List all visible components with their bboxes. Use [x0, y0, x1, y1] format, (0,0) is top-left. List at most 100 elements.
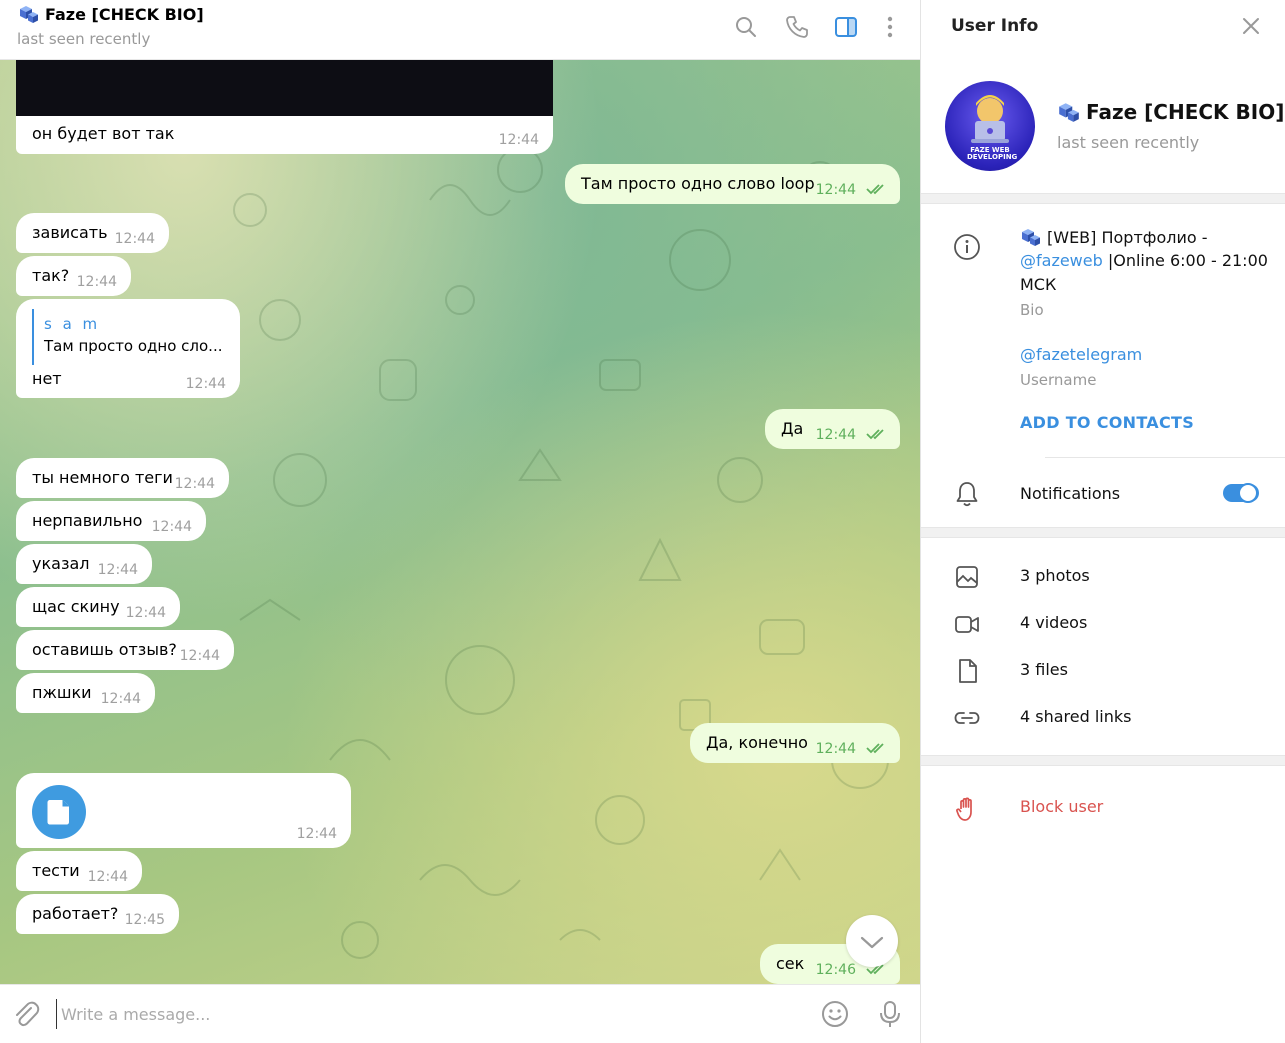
message-time: 12:44: [185, 376, 226, 392]
message-list[interactable]: он будет вот так 12:44 Там просто одно с…: [0, 60, 920, 984]
reply-quote[interactable]: s a m Там просто одно сло...: [32, 309, 232, 365]
avatar-caption: FAZE WEB DEVELOPING: [967, 146, 1018, 161]
chat-title[interactable]: Faze [CHECK BIO]: [18, 4, 204, 24]
bio-line-3: МСК: [1020, 275, 1057, 294]
message-bubble[interactable]: Да 12:44: [765, 409, 900, 449]
file-download-button[interactable]: [32, 785, 86, 839]
read-checks-icon: [866, 184, 884, 195]
reply-author: s a m: [44, 315, 101, 333]
message-text: зависать: [32, 223, 108, 242]
message-bubble[interactable]: он будет вот так 12:44: [16, 60, 553, 154]
message-time: 12:44: [296, 826, 337, 842]
message-time: 12:44: [174, 476, 215, 492]
read-checks-icon: [866, 429, 884, 440]
attach-icon[interactable]: [11, 999, 41, 1029]
username-label: Username: [1020, 371, 1097, 389]
message-text: нет: [32, 369, 62, 388]
close-icon[interactable]: [1239, 14, 1263, 38]
shared-photos-label: 3 photos: [1020, 566, 1090, 585]
link-icon: [954, 712, 980, 724]
message-time: 12:44: [100, 691, 141, 707]
message-text: работает?: [32, 904, 119, 923]
profile-name: Faze [CHECK BIO]: [1057, 100, 1284, 124]
reply-text: Там просто одно сло...: [44, 337, 223, 355]
message-text: сек: [776, 954, 805, 973]
message-bubble[interactable]: так? 12:44: [16, 256, 131, 296]
read-checks-icon: [866, 743, 884, 754]
message-time: 12:44: [76, 274, 117, 290]
message-text: так?: [32, 266, 70, 285]
message-time: 12:44: [87, 869, 128, 885]
username-link[interactable]: @fazetelegram: [1020, 345, 1142, 364]
cubes-emoji-icon: [1022, 229, 1040, 246]
chevron-down-icon: [860, 936, 884, 949]
profile-status: last seen recently: [1057, 133, 1200, 152]
bio-text: [WEB] Портфолио -: [1047, 227, 1208, 247]
sidebar-toggle-icon[interactable]: [833, 14, 859, 40]
user-info-panel: User Info FAZE WEB DEVELOPING Faze [CHEC…: [920, 0, 1285, 1043]
notifications-label: Notifications: [1020, 484, 1121, 503]
file-icon: [47, 800, 69, 825]
scroll-to-bottom-button[interactable]: [846, 915, 898, 967]
message-image-preview[interactable]: [16, 60, 553, 116]
block-hand-icon: [956, 797, 972, 821]
message-text: пжшки: [32, 683, 92, 702]
phone-icon[interactable]: [784, 14, 810, 40]
video-icon: [955, 616, 979, 633]
photo-icon: [956, 566, 978, 588]
message-composer: [0, 984, 920, 1043]
message-input[interactable]: [56, 999, 796, 1029]
search-icon[interactable]: [733, 14, 759, 40]
notifications-toggle[interactable]: [1223, 483, 1259, 503]
shared-photos-row[interactable]: 3 photos: [921, 553, 1285, 599]
message-bubble[interactable]: зависать 12:44: [16, 213, 169, 253]
emoji-icon[interactable]: [820, 999, 850, 1029]
shared-files-row[interactable]: 3 files: [921, 647, 1285, 693]
message-text: щас скину: [32, 597, 120, 616]
section-divider: [921, 527, 1285, 538]
microphone-icon[interactable]: [875, 999, 905, 1029]
message-bubble[interactable]: щас скину 12:44: [16, 587, 180, 627]
message-time: 12:44: [815, 427, 856, 443]
section-divider: [921, 755, 1285, 766]
message-text: Да: [781, 419, 804, 438]
cubes-emoji-icon: [1059, 103, 1079, 122]
message-text: нерпавильно: [32, 511, 143, 530]
more-options-icon[interactable]: [877, 14, 903, 40]
avatar[interactable]: FAZE WEB DEVELOPING: [945, 81, 1035, 171]
shared-files-label: 3 files: [1020, 660, 1068, 679]
message-bubble[interactable]: Там просто одно слово loop 12:44: [565, 164, 900, 204]
message-time: 12:45: [124, 912, 165, 928]
divider: [1045, 457, 1285, 458]
section-divider: [921, 193, 1285, 204]
shared-videos-label: 4 videos: [1020, 613, 1088, 632]
message-time: 12:44: [179, 648, 220, 664]
bio-line-1: [WEB] Портфолио -: [1020, 227, 1208, 247]
message-bubble[interactable]: указал 12:44: [16, 544, 152, 584]
chat-header: Faze [CHECK BIO] last seen recently: [0, 0, 920, 60]
chat-title-text: Faze [CHECK BIO]: [45, 4, 204, 24]
message-bubble[interactable]: ты немного теги 12:44: [16, 458, 229, 498]
message-bubble[interactable]: пжшки 12:44: [16, 673, 155, 713]
message-bubble[interactable]: работает? 12:45: [16, 894, 179, 934]
panel-title: User Info: [951, 16, 1039, 36]
toggle-knob: [1238, 483, 1258, 503]
shared-videos-row[interactable]: 4 videos: [921, 600, 1285, 646]
message-text: указал: [32, 554, 90, 573]
cubes-emoji-icon: [20, 6, 38, 23]
bio-link[interactable]: @fazeweb: [1020, 251, 1103, 270]
block-user-button[interactable]: Block user: [1020, 797, 1103, 816]
message-text: Да, конечно: [706, 733, 808, 752]
message-bubble-reply[interactable]: s a m Там просто одно сло... нет 12:44: [16, 299, 240, 398]
shared-links-row[interactable]: 4 shared links: [921, 694, 1285, 740]
message-bubble[interactable]: оставишь отзыв? 12:44: [16, 630, 234, 670]
message-bubble[interactable]: тести 12:44: [16, 851, 142, 891]
message-text: он будет вот так: [32, 124, 175, 143]
add-to-contacts-button[interactable]: ADD TO CONTACTS: [1020, 413, 1194, 432]
message-bubble[interactable]: нерпавильно 12:44: [16, 501, 206, 541]
message-bubble[interactable]: Да, конечно 12:44: [690, 723, 900, 763]
bio-label: Bio: [1020, 301, 1044, 319]
message-time: 12:44: [114, 231, 155, 247]
message-text: оставишь отзыв?: [32, 640, 177, 659]
message-bubble-file[interactable]: 12:44: [16, 773, 351, 848]
